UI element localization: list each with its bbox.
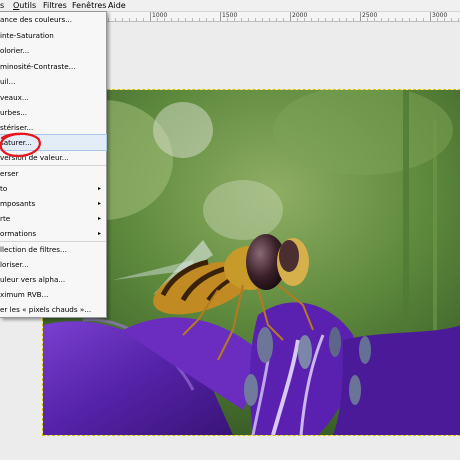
red-annotation-circle <box>0 132 41 158</box>
ruler-major-tick <box>220 12 221 21</box>
menu-item[interactable]: mposants ▸ <box>0 196 106 211</box>
menu-item-label: loriser... <box>0 260 29 269</box>
submenu-arrow-icon: ▸ <box>97 200 101 207</box>
menu-item[interactable]: erser <box>0 166 106 181</box>
menu-item[interactable]: minosité-Contraste... <box>0 59 106 74</box>
ruler-minor-tick <box>346 18 347 21</box>
ruler-minor-tick <box>409 18 410 21</box>
menu-item-label: minosité-Contraste... <box>0 62 76 71</box>
menu-item-label: llection de filtres... <box>0 245 67 254</box>
ruler-minor-tick <box>255 18 256 21</box>
ruler-minor-tick <box>339 18 340 21</box>
ruler-label: 2500 <box>362 12 378 19</box>
menu-item-label: urbes... <box>0 108 28 117</box>
menu-item[interactable]: loriser... <box>0 257 106 272</box>
ruler-minor-tick <box>115 18 116 21</box>
ruler-minor-tick <box>332 18 333 21</box>
menu-item[interactable]: to ▸ <box>0 181 106 196</box>
menu-image-partial[interactable]: s <box>0 0 4 11</box>
ruler-major-tick <box>360 12 361 21</box>
menu-fenetres[interactable]: Fenêtres <box>72 0 106 11</box>
ruler-minor-tick <box>143 18 144 21</box>
menu-filtres[interactable]: Filtres <box>43 0 67 11</box>
menu-item[interactable]: ormations ▸ <box>0 226 106 241</box>
ruler-minor-tick <box>395 18 396 21</box>
ruler-minor-tick <box>402 18 403 21</box>
menu-item-label: inte-Saturation <box>0 31 54 40</box>
ruler-minor-tick <box>458 18 459 21</box>
menu-item[interactable]: olorier... <box>0 43 106 58</box>
menu-item[interactable]: ximum RVB... <box>0 287 106 302</box>
submenu-arrow-icon: ▸ <box>97 230 101 237</box>
ruler-major-tick <box>430 12 431 21</box>
menu-item[interactable]: urbes... <box>0 105 106 120</box>
ruler-label: 1500 <box>222 12 238 19</box>
ruler-minor-tick <box>136 18 137 21</box>
menu-item[interactable]: uil... <box>0 74 106 89</box>
menu-item-label: uil... <box>0 77 16 86</box>
ruler-minor-tick <box>276 18 277 21</box>
menu-item-label: erser <box>0 169 19 178</box>
menu-item-label: ximum RVB... <box>0 290 49 299</box>
ruler-minor-tick <box>269 18 270 21</box>
ruler-label: 1000 <box>152 12 168 19</box>
ruler-minor-tick <box>241 18 242 21</box>
menu-item-label: olorier... <box>0 46 30 55</box>
ruler-minor-tick <box>416 18 417 21</box>
ruler-minor-tick <box>178 18 179 21</box>
ruler-minor-tick <box>248 18 249 21</box>
ruler-minor-tick <box>122 18 123 21</box>
ruler-minor-tick <box>318 18 319 21</box>
ruler-major-tick <box>290 12 291 21</box>
menu-item[interactable]: llection de filtres... <box>0 242 106 257</box>
menu-item-label: to <box>0 184 8 193</box>
ruler-minor-tick <box>262 18 263 21</box>
menu-item-label: er les « pixels chauds »... <box>0 305 92 314</box>
submenu-arrow-icon: ▸ <box>97 215 101 222</box>
ruler-minor-tick <box>192 18 193 21</box>
menu-outils[interactable]: Outils <box>13 0 36 11</box>
menu-item[interactable]: inte-Saturation <box>0 28 106 43</box>
ruler-minor-tick <box>108 18 109 21</box>
ruler-minor-tick <box>353 18 354 21</box>
ruler-minor-tick <box>423 18 424 21</box>
ruler-minor-tick <box>388 18 389 21</box>
ruler-minor-tick <box>311 18 312 21</box>
menu-item[interactable]: er les « pixels chauds »... <box>0 302 106 317</box>
menu-item-label: ance des couleurs... <box>0 15 73 24</box>
menu-item-label: veaux... <box>0 93 29 102</box>
ruler-minor-tick <box>283 18 284 21</box>
menu-aide[interactable]: Aide <box>108 0 126 11</box>
ruler-major-tick <box>150 12 151 21</box>
ruler-label: 3000 <box>432 12 448 19</box>
ruler-minor-tick <box>381 18 382 21</box>
menu-item-label: ormations <box>0 229 37 238</box>
ruler-minor-tick <box>171 18 172 21</box>
menu-item-label: mposants <box>0 199 36 208</box>
menu-item[interactable]: rte ▸ <box>0 211 106 226</box>
menu-outils-label: utils <box>19 1 37 10</box>
ruler-minor-tick <box>451 18 452 21</box>
ruler-label: 2000 <box>292 12 308 19</box>
ruler-minor-tick <box>129 18 130 21</box>
submenu-arrow-icon: ▸ <box>97 185 101 192</box>
colors-dropdown-menu: ance des couleurs... inte-Saturation olori… <box>0 11 107 318</box>
menu-item[interactable]: ance des couleurs... <box>0 12 106 27</box>
menu-item-label: rte <box>0 214 11 223</box>
ruler-minor-tick <box>199 18 200 21</box>
ruler-minor-tick <box>185 18 186 21</box>
ruler-minor-tick <box>325 18 326 21</box>
menu-item[interactable]: uleur vers alpha... <box>0 272 106 287</box>
ruler-minor-tick <box>206 18 207 21</box>
menu-item[interactable]: veaux... <box>0 90 106 105</box>
ruler-minor-tick <box>213 18 214 21</box>
menu-item-label: uleur vers alpha... <box>0 275 66 284</box>
